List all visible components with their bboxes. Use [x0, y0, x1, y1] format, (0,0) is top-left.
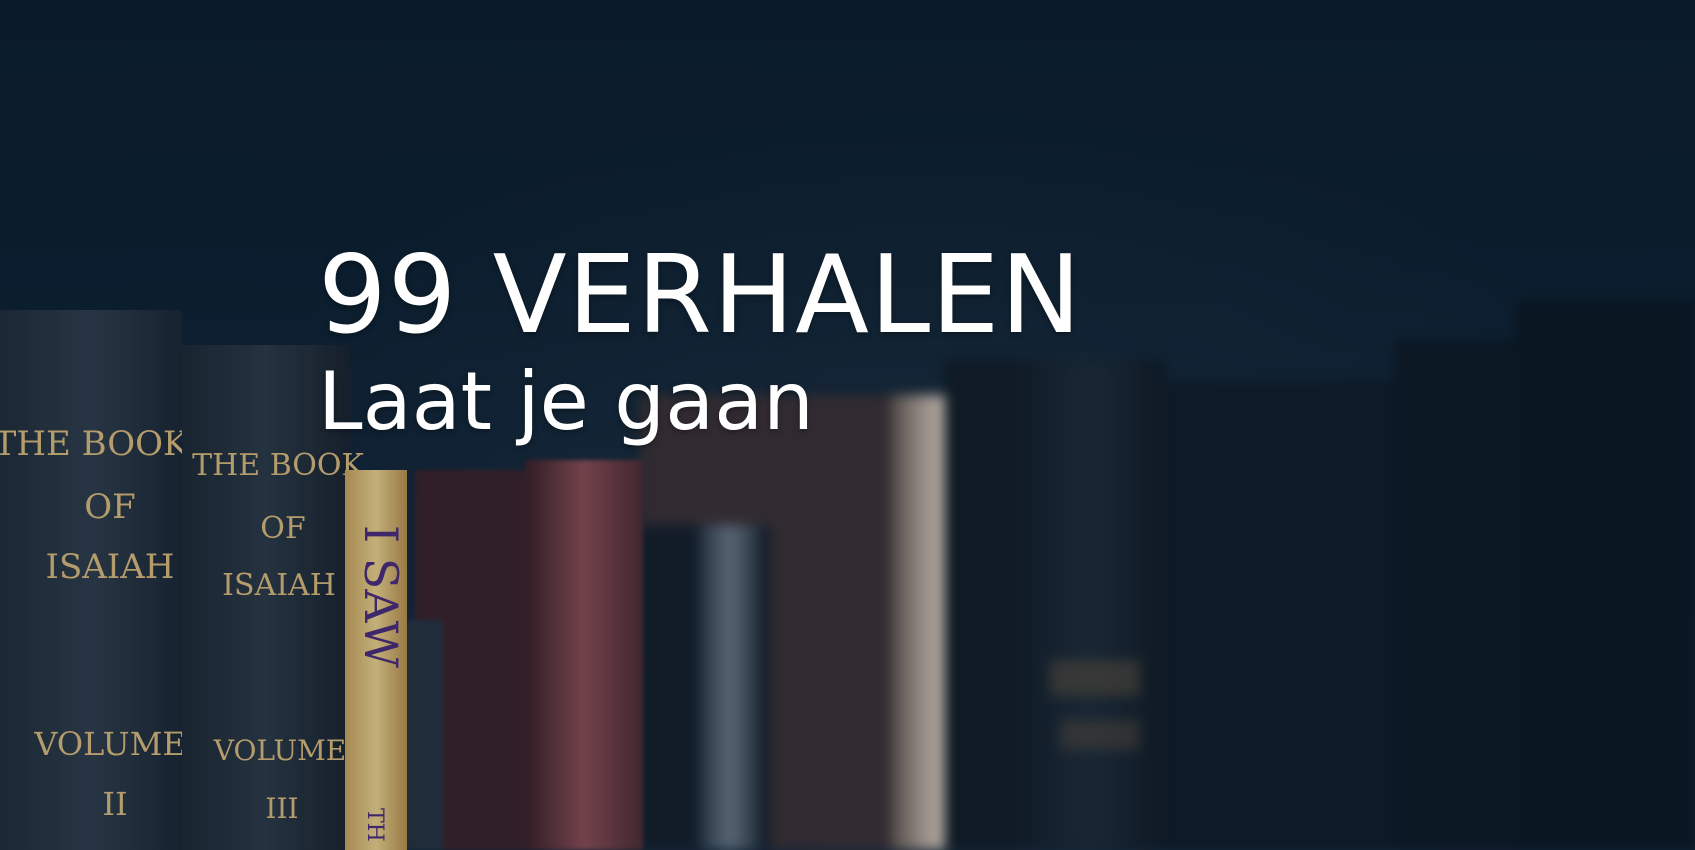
hero-banner: THE BOOK OF ISAIAH VOLUME II THE BOOK OF… — [0, 0, 1695, 850]
hero-text-block: 99 VERHALEN Laat je gaan — [318, 238, 1082, 450]
hero-title: 99 VERHALEN — [318, 233, 1083, 358]
hero-subtitle: Laat je gaan — [318, 355, 814, 448]
